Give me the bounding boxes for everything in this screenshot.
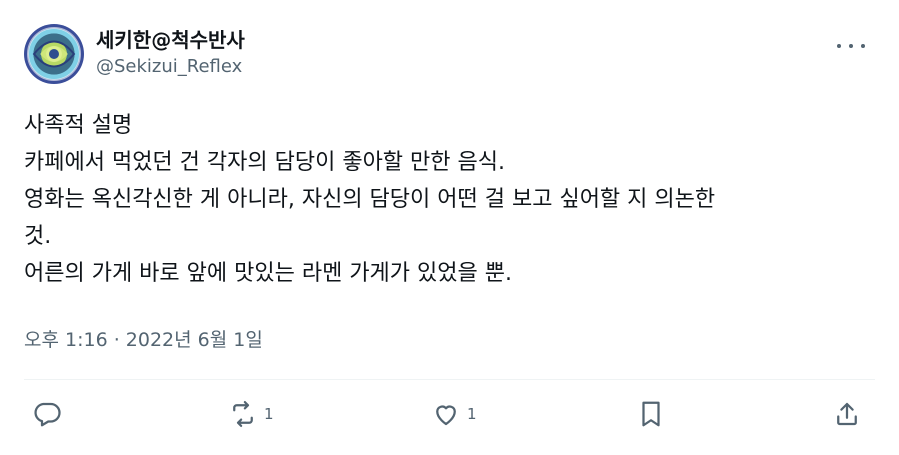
avatar-pattern-icon <box>27 27 81 81</box>
retweet-button[interactable]: 1 <box>228 392 274 436</box>
reply-button[interactable] <box>32 392 68 436</box>
author-display-name[interactable]: 세키한@척수반사 <box>96 26 245 54</box>
author-handle[interactable]: @Sekizui_Reflex <box>96 54 245 80</box>
bookmark-button[interactable] <box>636 392 666 436</box>
author-names: 세키한@척수반사 @Sekizui_Reflex <box>96 26 245 80</box>
reply-icon <box>34 402 61 427</box>
share-button[interactable] <box>832 392 862 436</box>
more-dot <box>837 44 841 48</box>
divider <box>24 379 875 380</box>
heart-icon <box>436 405 456 426</box>
retweet-icon <box>233 401 253 427</box>
more-dot <box>861 44 865 48</box>
more-dot <box>849 44 853 48</box>
tweet-header: 세키한@척수반사 @Sekizui_Reflex <box>24 24 879 88</box>
more-options-button[interactable] <box>837 36 865 56</box>
bookmark-icon <box>642 401 660 427</box>
share-icon <box>837 402 857 426</box>
like-count: 1 <box>467 405 477 423</box>
like-button[interactable]: 1 <box>431 392 477 436</box>
tweet-actions: 1 1 <box>24 392 875 436</box>
retweet-count: 1 <box>264 405 274 423</box>
tweet-text: 사족적 설명 카페에서 먹었던 건 각자의 담당이 좋아할 만한 음식. 영화는… <box>24 113 716 286</box>
tweet-timestamp[interactable]: 오후 1:16 · 2022년 6월 1일 <box>24 325 263 352</box>
avatar[interactable] <box>24 24 84 84</box>
